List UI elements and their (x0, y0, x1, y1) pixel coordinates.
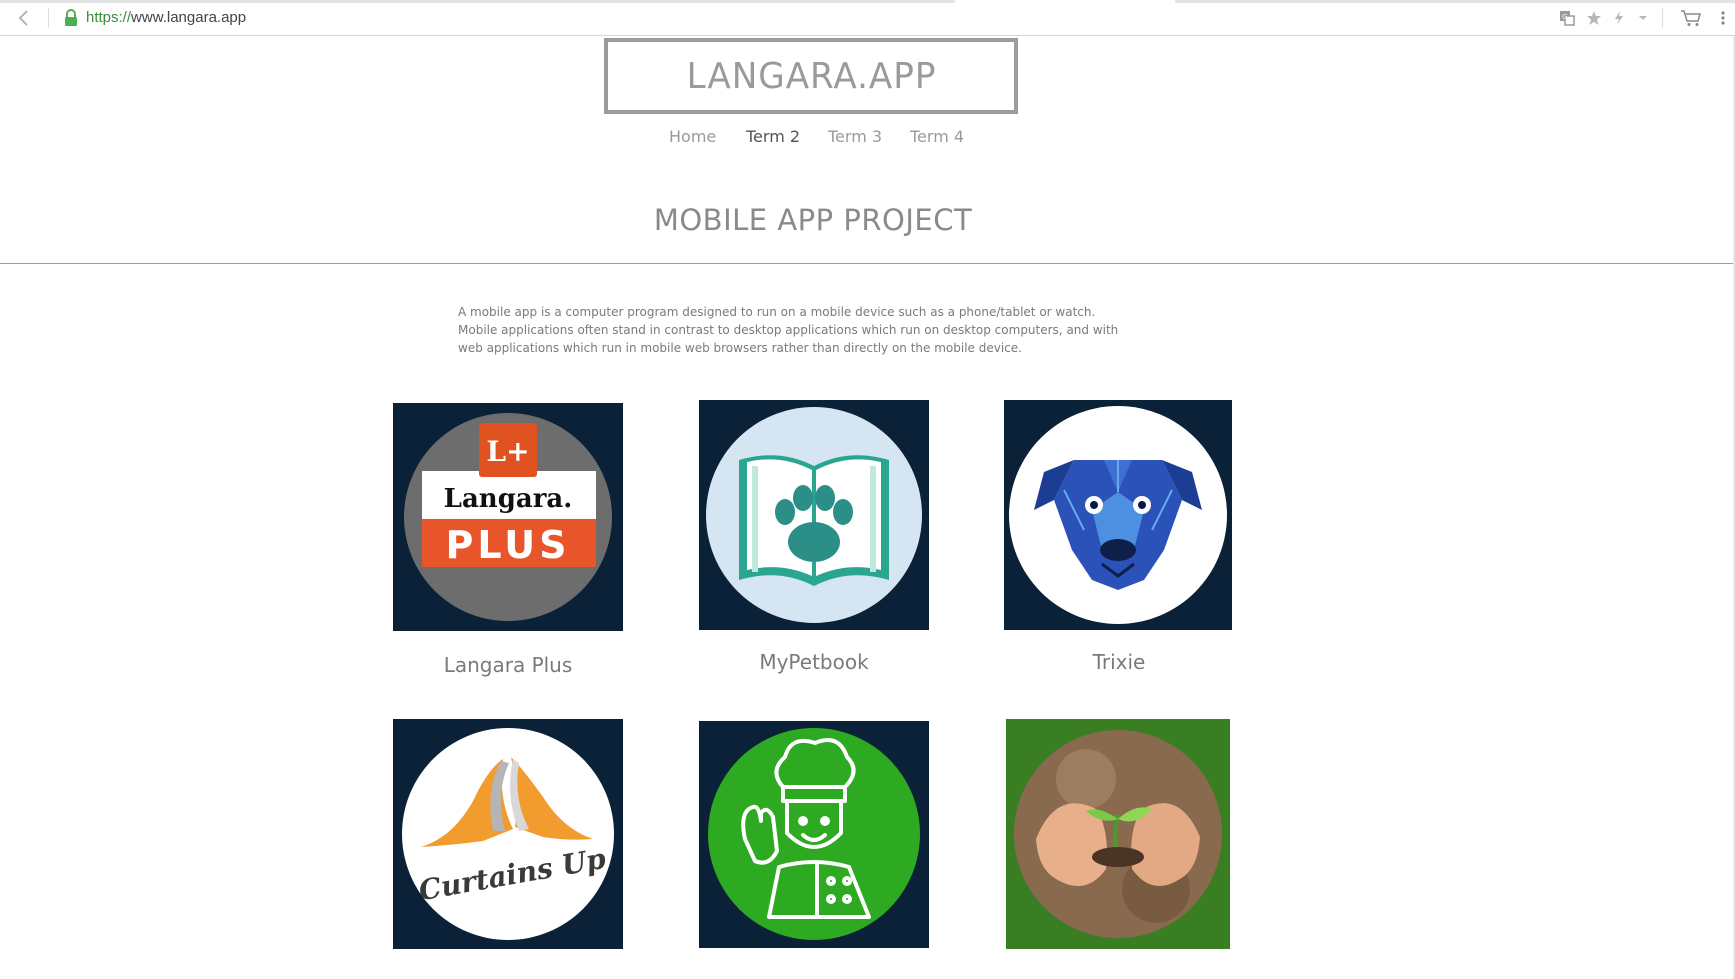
mypetbook-logo[interactable] (699, 400, 929, 630)
site-logo[interactable]: LANGARA.APP (604, 38, 1018, 114)
page-load-progress (0, 0, 955, 3)
star-icon[interactable] (1585, 9, 1603, 27)
app-name[interactable]: Langara Plus (353, 653, 663, 677)
cart-icon[interactable] (1680, 9, 1702, 27)
description-line: web applications which run in mobile web… (458, 341, 1022, 355)
seedling-logo[interactable] (1006, 719, 1230, 949)
url-scheme: https:// (86, 9, 132, 26)
curtains-up-logo[interactable]: Curtains Up (393, 719, 623, 949)
app-name[interactable]: Trixie (964, 650, 1274, 674)
menu-dots-icon[interactable] (1718, 9, 1728, 27)
nav-item-term-3[interactable]: Term 3 (828, 127, 882, 146)
toolbar-separator (48, 8, 49, 28)
url-host: www.langara.app (131, 9, 247, 26)
langara-plus-logo[interactable]: L+ Langara. PLUS (393, 403, 623, 631)
langara-plus-logo-plus: PLUS (446, 523, 571, 567)
langara-plus-logo-mark: L+ (486, 435, 529, 468)
svg-text:G: G (1562, 13, 1567, 21)
app-name[interactable]: MyPetbook (659, 650, 969, 674)
description-line: Mobile applications often stand in contr… (458, 323, 1119, 337)
chef-logo[interactable] (699, 721, 929, 948)
main-nav: Home Term 2 Term 3 Term 4 (0, 127, 1626, 151)
langara-plus-logo-wordmark: Langara. (444, 484, 573, 514)
back-arrow-icon[interactable] (12, 6, 36, 30)
browser-toolbar: https://www.langara.app G (0, 0, 1735, 36)
lock-icon[interactable] (64, 9, 78, 27)
page-load-progress-track (1175, 0, 1735, 3)
section-divider (0, 263, 1735, 264)
section-title: MOBILE APP PROJECT (653, 203, 973, 237)
site-logo-text: LANGARA.APP (686, 55, 936, 97)
dropdown-icon[interactable] (1634, 9, 1652, 27)
translate-icon[interactable]: G (1558, 9, 1576, 27)
toolbar-separator (1662, 8, 1663, 28)
nav-item-term-2[interactable]: Term 2 (746, 127, 800, 146)
nav-item-home[interactable]: Home (669, 127, 716, 146)
trixie-logo[interactable] (1004, 400, 1232, 630)
lightning-icon[interactable] (1610, 9, 1628, 27)
address-bar[interactable]: https://www.langara.app (86, 9, 246, 27)
section-description: A mobile app is a computer program desig… (458, 303, 1178, 357)
description-line: A mobile app is a computer program desig… (458, 305, 1096, 319)
nav-item-term-4[interactable]: Term 4 (910, 127, 964, 146)
